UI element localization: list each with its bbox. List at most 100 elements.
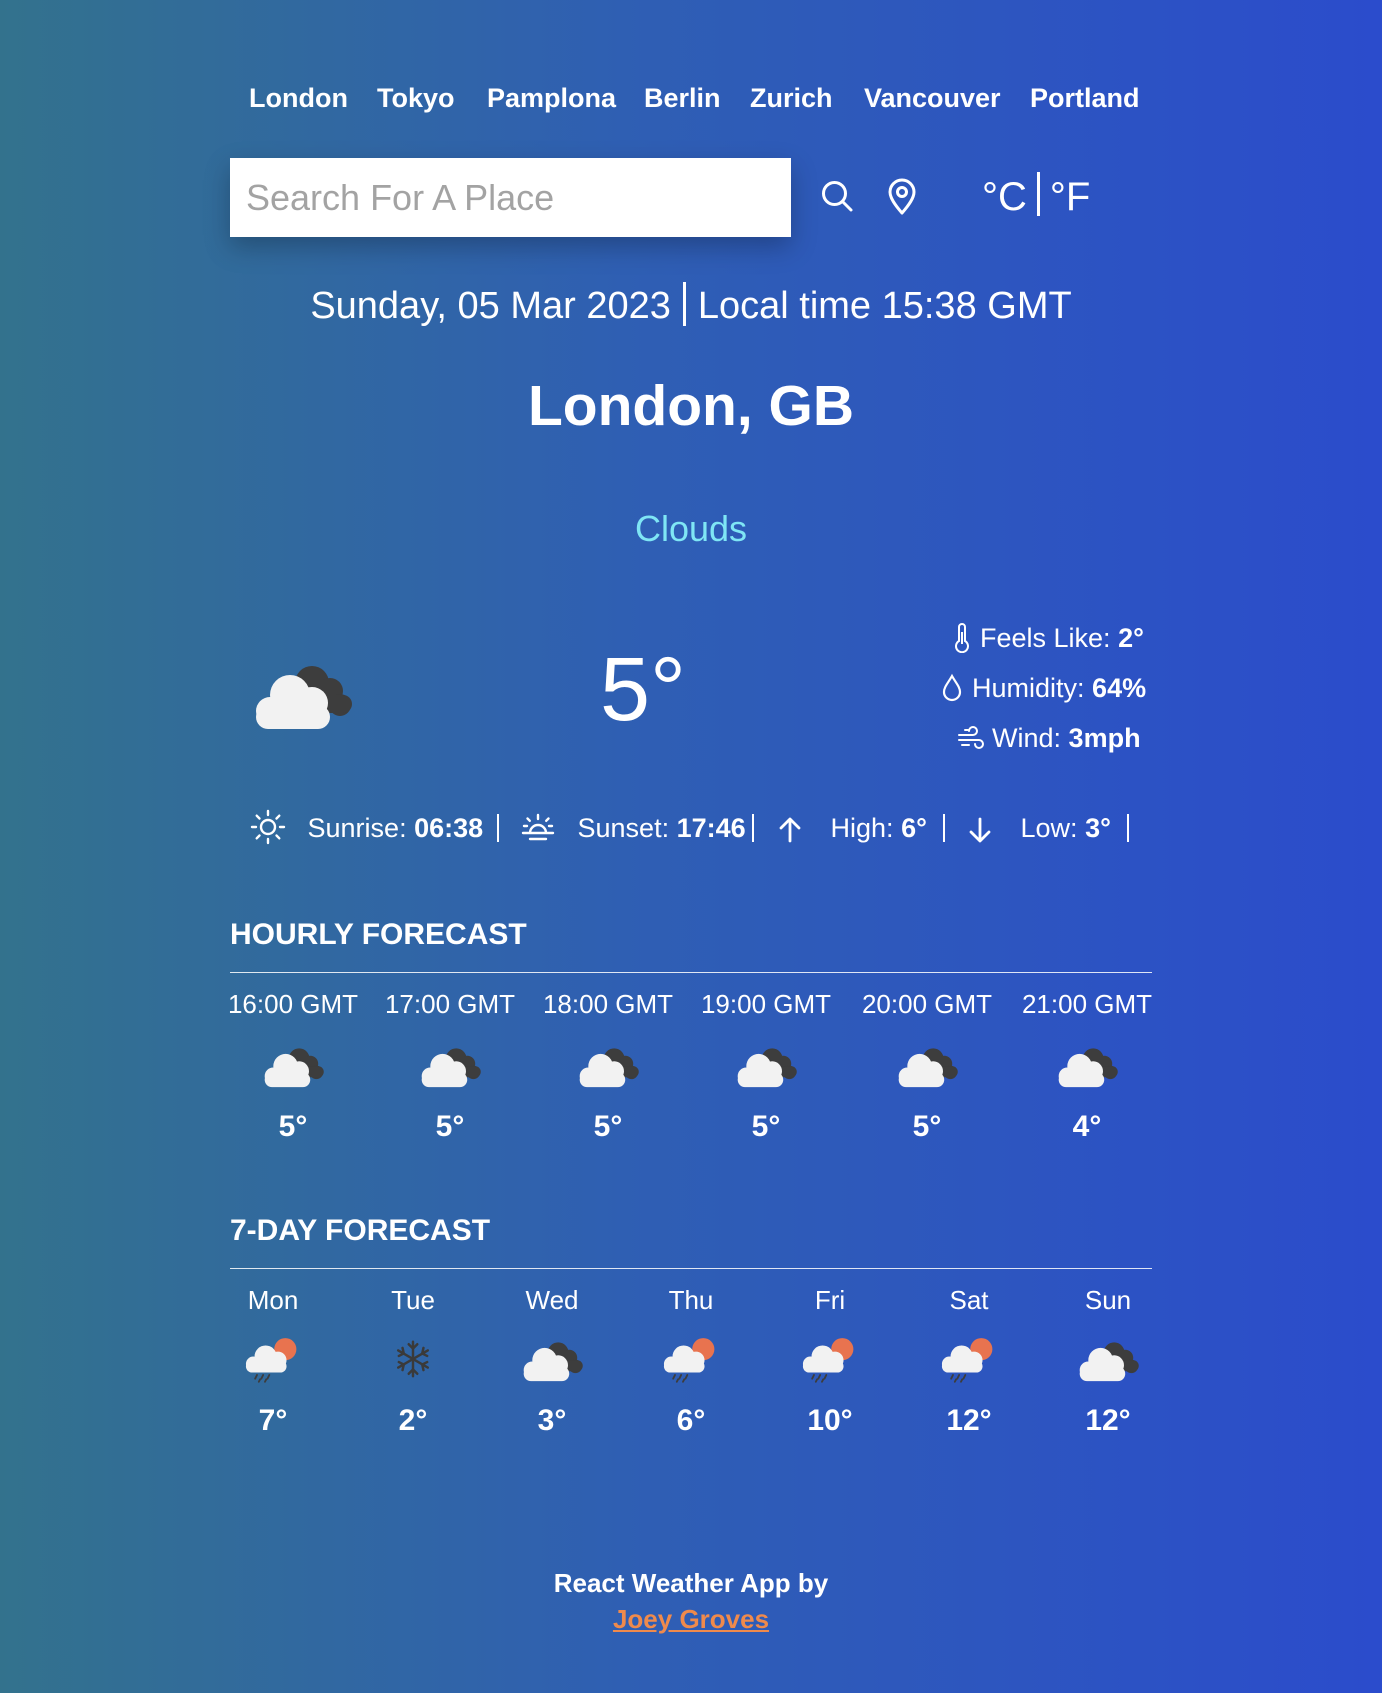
footer-text: React Weather App by <box>553 1568 829 1598</box>
wind-label: Wind: <box>992 723 1062 753</box>
city-link-london[interactable]: London <box>249 80 348 116</box>
hourly-divider <box>230 972 1152 973</box>
hourly-item: 17:00 GMT 5° <box>380 987 520 1145</box>
low-value: 3° <box>1085 813 1111 843</box>
daily-item: Mon 7° <box>203 1283 343 1439</box>
date-time-line: Sunday, 05 Mar 2023 Local time 15:38 GMT <box>0 282 1382 330</box>
high-value: 6° <box>901 813 927 843</box>
daily-item: Tue 2° <box>343 1283 483 1439</box>
cloudy-icon <box>261 1041 325 1089</box>
wind-row: Wind: 3mph <box>956 718 1141 758</box>
date-time-divider <box>682 282 686 326</box>
sunset-label: Sunset: <box>577 813 670 843</box>
weather-condition: Clouds <box>634 508 748 549</box>
daily-forecast-title: 7-DAY FORECAST <box>230 1214 491 1247</box>
feels-like-value: 2° <box>1118 623 1144 653</box>
daily-temp: 3° <box>537 1404 567 1437</box>
daily-temp: 7° <box>258 1404 288 1437</box>
hourly-temp: 5° <box>435 1110 465 1143</box>
local-time: Local time 15:38 GMT <box>697 285 1072 327</box>
droplet-icon <box>942 673 962 702</box>
sunrise-item: Sunrise: 06:38 <box>250 808 483 848</box>
hourly-time: 20:00 GMT <box>861 989 993 1019</box>
arrow-up-icon <box>779 817 801 843</box>
search-input[interactable] <box>230 158 791 237</box>
humidity-label: Humidity: <box>972 673 1085 703</box>
wind-value: 3mph <box>1068 723 1141 753</box>
hourly-time: 17:00 GMT <box>384 989 516 1019</box>
humidity-value: 64% <box>1092 673 1147 703</box>
daily-day: Sun <box>1084 1285 1132 1315</box>
sun-rain-icon <box>798 1335 862 1383</box>
search-box <box>230 158 791 237</box>
divider <box>943 814 945 842</box>
location-pin-icon[interactable] <box>887 178 917 221</box>
hourly-temp: 5° <box>593 1110 623 1143</box>
fahrenheit-button[interactable]: °F <box>1050 175 1090 219</box>
city-link-tokyo[interactable]: Tokyo <box>377 80 455 116</box>
cloudy-icon <box>1055 1041 1119 1089</box>
city-link-berlin[interactable]: Berlin <box>644 80 721 116</box>
sun-rain-icon <box>241 1335 305 1383</box>
daily-divider <box>230 1268 1152 1269</box>
hourly-time: 19:00 GMT <box>700 989 832 1019</box>
divider <box>752 814 754 842</box>
sunset-icon <box>521 813 555 841</box>
daily-temp: 10° <box>807 1404 853 1437</box>
daily-item: Sat 12° <box>899 1283 1039 1439</box>
current-date: Sunday, 05 Mar 2023 <box>310 285 671 327</box>
hourly-temp: 5° <box>278 1110 308 1143</box>
daily-day: Sat <box>949 1285 989 1315</box>
daily-day: Fri <box>814 1285 846 1315</box>
low-item: Low: 3° <box>965 808 1111 848</box>
feels-like-row: Feels Like: 2° <box>952 618 1144 658</box>
footer-author: Joey Groves <box>0 1602 1382 1636</box>
cloudy-icon <box>520 1335 584 1383</box>
city-link-pamplona[interactable]: Pamplona <box>487 80 616 116</box>
daily-temp: 12° <box>946 1404 992 1437</box>
cloudy-icon <box>1076 1335 1140 1383</box>
city-link-vancouver[interactable]: Vancouver <box>864 80 1001 116</box>
sunset-value: 17:46 <box>676 813 746 843</box>
daily-item: Thu 6° <box>621 1283 761 1439</box>
celsius-button[interactable]: °C <box>982 175 1027 219</box>
daily-temp: 6° <box>676 1404 706 1437</box>
daily-temp: 12° <box>1085 1404 1131 1437</box>
feels-like-label: Feels Like: <box>980 623 1111 653</box>
current-temperature: 5° <box>600 640 687 740</box>
hourly-temp: 5° <box>751 1110 781 1143</box>
daily-day: Tue <box>391 1285 435 1315</box>
author-link[interactable]: Joey Groves <box>613 1604 769 1634</box>
sun-rain-icon <box>937 1335 1001 1383</box>
daily-item: Fri 10° <box>760 1283 900 1439</box>
snowflake-icon <box>381 1335 445 1383</box>
hourly-time: 21:00 GMT <box>1021 989 1153 1019</box>
daily-item: Sun 12° <box>1038 1283 1178 1439</box>
hourly-item: 19:00 GMT 5° <box>696 987 836 1145</box>
search-icon[interactable] <box>819 178 855 219</box>
daily-temp: 2° <box>398 1404 428 1437</box>
divider <box>497 814 499 842</box>
city-link-zurich[interactable]: Zurich <box>750 80 833 116</box>
sunrise-label: Sunrise: <box>307 813 407 843</box>
cloudy-icon <box>418 1041 482 1089</box>
sun-rain-icon <box>659 1335 723 1383</box>
hourly-time: 16:00 GMT <box>227 989 359 1019</box>
hourly-forecast-title: HOURLY FORECAST <box>230 918 527 951</box>
low-label: Low: <box>1020 813 1078 843</box>
divider <box>1127 814 1129 842</box>
cloudy-icon <box>250 655 354 731</box>
cloudy-icon <box>576 1041 640 1089</box>
cloudy-icon <box>895 1041 959 1089</box>
city-link-portland[interactable]: Portland <box>1030 80 1140 116</box>
sunrise-icon <box>250 809 286 845</box>
high-item: High: 6° <box>775 808 927 848</box>
city-nav: London Tokyo Pamplona Berlin Zurich Vanc… <box>0 80 1382 116</box>
daily-day: Wed <box>525 1285 579 1315</box>
hourly-time: 18:00 GMT <box>542 989 674 1019</box>
hourly-temp: 4° <box>1072 1110 1102 1143</box>
hourly-temp: 5° <box>912 1110 942 1143</box>
hourly-item: 21:00 GMT 4° <box>1017 987 1157 1145</box>
weather-app: London Tokyo Pamplona Berlin Zurich Vanc… <box>0 0 1382 1693</box>
daily-day: Mon <box>247 1285 299 1315</box>
